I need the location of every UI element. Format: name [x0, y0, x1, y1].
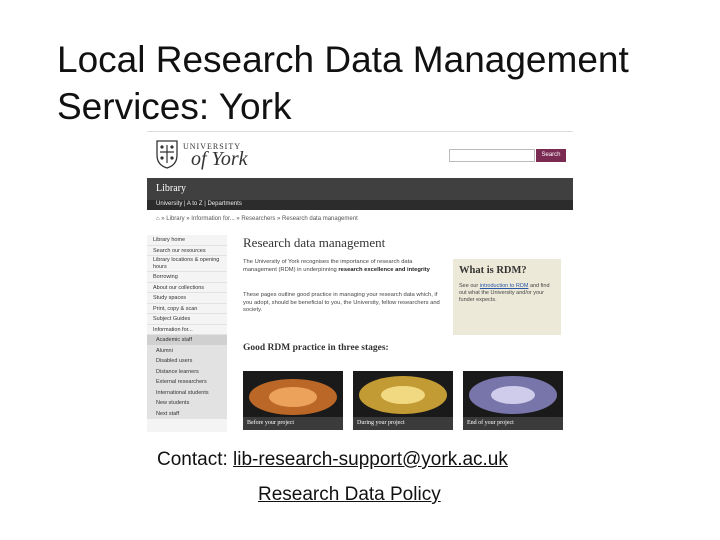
stage-image-during	[353, 371, 453, 417]
practice-heading: Good RDM practice in three stages:	[243, 343, 389, 353]
sidebar-item[interactable]: Print, copy & scan	[147, 304, 227, 314]
logo-york-text: of York	[191, 148, 248, 170]
sidebar-item[interactable]: Search our resources	[147, 246, 227, 256]
sidebar-item[interactable]: External researchers	[147, 377, 227, 388]
sidebar-item[interactable]: Information for...	[147, 325, 227, 335]
stage-caption-during[interactable]: During your project	[353, 417, 453, 430]
sidebar-item[interactable]: Borrowing	[147, 272, 227, 283]
page-heading: Research data management	[243, 235, 386, 250]
rdm-box-title: What is RDM?	[459, 265, 527, 276]
sidebar-item[interactable]: Disabled users	[147, 356, 227, 367]
intro-bold-text: research excellence and integrity	[338, 266, 430, 273]
stage-card-during[interactable]: During your project	[353, 371, 453, 430]
what-is-rdm-box: What is RDM? See our introduction to RDM…	[453, 259, 561, 335]
site-header: UNIVERSITY of York Search	[147, 132, 573, 178]
sub-navigation: University | A to Z | Departments	[147, 200, 573, 210]
sidebar-item[interactable]: International students	[147, 387, 227, 398]
contact-email-link[interactable]: lib-research-support@york.ac.uk	[233, 449, 508, 470]
sidebar-item[interactable]: Distance learners	[147, 366, 227, 377]
sidebar-item[interactable]: Library locations & opening hours	[147, 256, 227, 272]
slide-title-line-1: Local Research Data Management	[57, 39, 629, 80]
sidebar-item[interactable]: Next staff	[147, 408, 227, 419]
sidebar-item[interactable]: Library home	[147, 235, 227, 246]
university-crest-icon	[156, 140, 178, 169]
stage-card-end[interactable]: End of your project	[463, 371, 563, 430]
stage-image-end	[463, 371, 563, 417]
intro-paragraph-2: These pages outline good practice in man…	[243, 292, 440, 313]
search-input[interactable]	[449, 149, 535, 162]
stage-card-before[interactable]: Before your project	[243, 371, 343, 430]
stage-caption-before[interactable]: Before your project	[243, 417, 343, 430]
sidebar-item[interactable]: About our collections	[147, 283, 227, 293]
library-title[interactable]: Library	[156, 183, 186, 194]
website-screenshot: UNIVERSITY of York Search Library Univer…	[147, 131, 573, 432]
breadcrumb: ⌂ » Library » Information for... » Resea…	[156, 216, 358, 222]
research-data-policy-link[interactable]: Research Data Policy	[258, 484, 441, 506]
sidebar-item[interactable]: Study spaces	[147, 293, 227, 304]
search-button[interactable]: Search	[536, 149, 566, 162]
rdm-box-text: See our introduction to RDM and find out…	[459, 283, 550, 303]
intro-paragraph-1: The University of York recognises the im…	[243, 259, 430, 273]
main-content: Research data management The University …	[243, 235, 573, 430]
library-banner: Library	[147, 178, 573, 200]
home-icon[interactable]: ⌂	[156, 216, 160, 222]
rdm-intro-link[interactable]: introduction to RDM	[480, 283, 529, 289]
slide-title-line-2: Services: York	[57, 86, 292, 127]
stage-image-before	[243, 371, 343, 417]
sidebar-item[interactable]: New students	[147, 398, 227, 409]
contact-line: Contact: lib-research-support@york.ac.uk	[157, 449, 508, 471]
breadcrumb-text[interactable]: » Library » Information for... » Researc…	[161, 216, 357, 222]
sidebar-item[interactable]: Subject Guides	[147, 314, 227, 325]
sidebar-nav: Library home Search our resources Library …	[147, 235, 227, 432]
subnav-links[interactable]: University | A to Z | Departments	[156, 201, 242, 207]
sidebar-item[interactable]: Alumni	[147, 345, 227, 356]
sidebar-item[interactable]: Academic staff	[147, 335, 227, 346]
stage-caption-end[interactable]: End of your project	[463, 417, 563, 430]
slide-title: Local Research Data Management Services:…	[57, 36, 697, 130]
contact-label: Contact:	[157, 449, 228, 470]
